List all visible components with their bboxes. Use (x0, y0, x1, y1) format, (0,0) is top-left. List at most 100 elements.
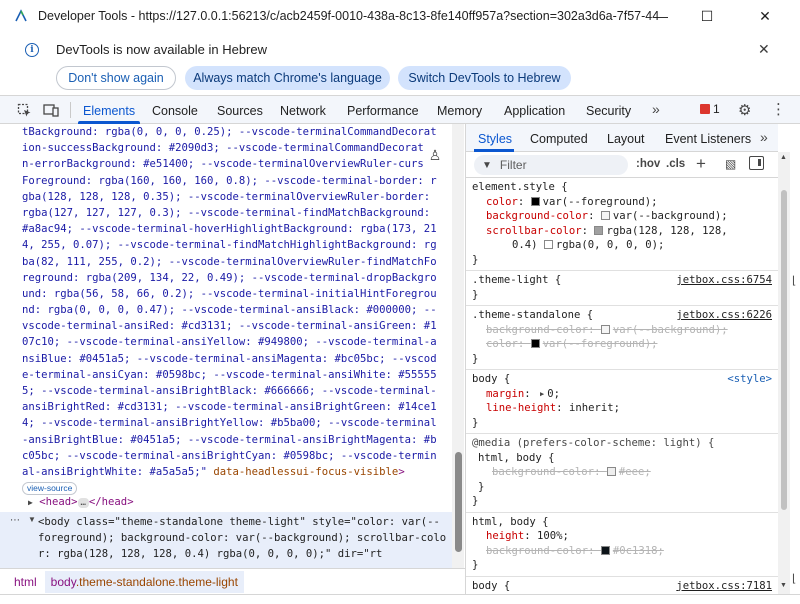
tab-computed[interactable]: Computed (530, 132, 588, 146)
declaration-background-color-overridden[interactable]: background-color: var(--background); (472, 323, 778, 338)
rule-source-link[interactable]: jetbox.css:6754 (676, 273, 772, 288)
declaration-background-color-overridden[interactable]: background-color: #0c1318; (472, 544, 778, 559)
declaration-scrollbar-color[interactable]: scrollbar-color: rgba(128, 128, 128, (472, 224, 778, 239)
more-tabs-icon[interactable]: » (652, 101, 660, 117)
bottom-strip (0, 594, 800, 604)
close-window-button[interactable]: ✕ (742, 0, 788, 32)
declaration-line-height[interactable]: line-height: inherit; (472, 401, 778, 416)
styles-filter-input[interactable]: ▼ Filter (474, 155, 628, 175)
dir-attr: dir= (331, 548, 364, 561)
declaration-margin[interactable]: margin: ▶ 0; (472, 387, 778, 402)
dont-show-again-button[interactable]: Don't show again (56, 66, 176, 90)
tab-network[interactable]: Network (280, 104, 326, 118)
declaration-height[interactable]: height: 100%; (472, 529, 778, 544)
gear-icon[interactable]: ⚙ (738, 101, 751, 119)
language-infobar: i DevTools is now available in Hebrew ✕ … (0, 32, 800, 96)
rule-source-link[interactable]: jetbox.css:6226 (676, 308, 772, 323)
dom-line: -ansiBrightBlue: #0451a5; --vscode-termi… (22, 433, 437, 446)
hov-toggle-button[interactable]: :hov (636, 158, 660, 170)
tab-layout[interactable]: Layout (607, 132, 645, 146)
inspect-element-icon[interactable] (16, 102, 32, 118)
scroll-up-icon[interactable]: ▲ (780, 154, 787, 161)
tab-application[interactable]: Application (504, 104, 565, 118)
color-swatch[interactable] (543, 240, 553, 249)
rule-close: } (472, 416, 479, 429)
head-node[interactable]: ▶ <head>… </head> (28, 496, 134, 508)
node-actions-icon[interactable]: ⋯ (10, 515, 20, 526)
color-swatch[interactable] (600, 545, 610, 555)
view-source-row: view-source (22, 480, 452, 496)
property-name: background-color (486, 544, 589, 557)
rule-theme-light[interactable]: .theme-light { jetbox.css:6754 } (466, 271, 778, 306)
selected-body-node[interactable]: ⋯ ▼ <body class="theme-standalone theme-… (0, 512, 452, 568)
rule-source-style-tag[interactable]: <style> (727, 372, 772, 387)
edge-bracket-icon: ⌊ (792, 573, 797, 585)
dom-line: ansiBrightRed: #cd3131; --vscode-termina… (22, 401, 437, 414)
tab-security[interactable]: Security (586, 104, 631, 118)
color-swatch[interactable] (530, 339, 540, 348)
dom-line: 5; --vscode-terminal-ansiBrightBlack: #6… (22, 385, 437, 397)
styles-filter-bar: ▼ Filter :hov .cls + ▧ (466, 152, 778, 178)
rule-html-body[interactable]: html, body { height: 100%; background-co… (466, 513, 778, 577)
tab-elements[interactable]: Elements (83, 104, 135, 118)
rule-source-link[interactable]: jetbox.css:7181 (676, 579, 772, 594)
property-name: background-color (492, 466, 595, 478)
color-swatch[interactable] (606, 467, 616, 476)
breadcrumb-body[interactable]: body.theme-standalone.theme-light (44, 570, 244, 593)
device-toolbar-icon[interactable] (43, 102, 59, 118)
color-swatch[interactable] (600, 211, 610, 220)
dom-scrollbar-thumb[interactable] (455, 452, 462, 552)
toggle-sidebar-icon[interactable] (749, 156, 764, 170)
rule-body-ua[interactable]: body { <style> margin: ▶ 0; line-height: … (466, 370, 778, 434)
error-badge[interactable]: 1 (700, 102, 720, 116)
dom-line: 07c10; --vscode-terminal-ansiYellow: #94… (22, 336, 437, 349)
accessibility-icon[interactable]: ♙ (426, 146, 444, 164)
switch-to-hebrew-button[interactable]: Switch DevTools to Hebrew (398, 66, 571, 90)
styles-scrollbar-thumb[interactable] (781, 190, 787, 510)
color-swatch[interactable] (600, 324, 610, 334)
dom-line: rgba(127, 127, 127, 0.3); --vscode-termi… (22, 206, 431, 219)
tab-console[interactable]: Console (152, 104, 198, 118)
tab-sources[interactable]: Sources (217, 104, 263, 118)
more-tabs-icon[interactable]: » (760, 129, 768, 145)
minimize-icon: — (654, 8, 668, 24)
rule-element-style[interactable]: element.style { color: var(--foreground)… (466, 178, 778, 271)
expand-shorthand-icon[interactable]: ▶ (540, 387, 544, 402)
breadcrumb: html body.theme-standalone.theme-light (0, 568, 465, 594)
color-swatch[interactable] (594, 225, 604, 235)
new-style-rule-icon[interactable]: + (696, 154, 706, 174)
collapse-triangle-icon[interactable]: ▼ (28, 515, 36, 524)
declaration-background-color[interactable]: background-color: var(--background); (472, 209, 778, 224)
dir-value: "rt (363, 548, 383, 561)
property-name: color (486, 338, 518, 350)
minimize-button[interactable]: — (638, 0, 684, 32)
tab-styles[interactable]: Styles (478, 132, 512, 146)
cls-toggle-button[interactable]: .cls (666, 158, 685, 170)
rendering-emulation-icon[interactable]: ▧ (725, 157, 736, 171)
expand-triangle-icon[interactable]: ▶ (28, 498, 33, 507)
declaration-background-color-overridden[interactable]: background-color: #eee; (472, 465, 778, 480)
scroll-down-icon[interactable]: ▼ (780, 582, 787, 589)
styles-scrollbar[interactable]: ▲ ▼ (778, 152, 790, 594)
dom-line: ion-successBackground: #2090d3; --vscode… (22, 142, 424, 155)
kebab-menu-icon[interactable]: ⋮ (771, 100, 786, 118)
color-swatch[interactable] (530, 196, 540, 206)
collapsed-ellipsis[interactable]: … (77, 498, 89, 508)
view-source-badge[interactable]: view-source (22, 482, 78, 496)
infobar-close-icon[interactable]: ✕ (758, 41, 770, 58)
close-icon: ✕ (759, 7, 771, 24)
rule-body-jetbox[interactable]: body { jetbox.css:7181 (466, 577, 778, 595)
tab-memory[interactable]: Memory (437, 104, 482, 118)
declaration-color[interactable]: color: var(--foreground); (472, 195, 778, 210)
breadcrumb-html[interactable]: html (10, 572, 41, 592)
info-icon: i (25, 43, 39, 57)
declaration-color-overridden[interactable]: color: var(--foreground); (472, 337, 778, 352)
rule-theme-standalone[interactable]: .theme-standalone { jetbox.css:6226 back… (466, 306, 778, 370)
tab-performance[interactable]: Performance (347, 104, 419, 118)
tab-event-listeners[interactable]: Event Listeners (665, 132, 751, 146)
dom-line: e-terminal-ansiCyan: #0598bc; --vscode-t… (22, 368, 437, 381)
rule-media-light[interactable]: @media (prefers-color-scheme: light) { h… (466, 434, 778, 513)
always-match-language-button[interactable]: Always match Chrome's language (185, 66, 390, 90)
dom-line: und: rgba(56, 58, 66, 0.2); --vscode-ter… (22, 287, 437, 300)
maximize-button[interactable]: ☐ (684, 0, 730, 32)
